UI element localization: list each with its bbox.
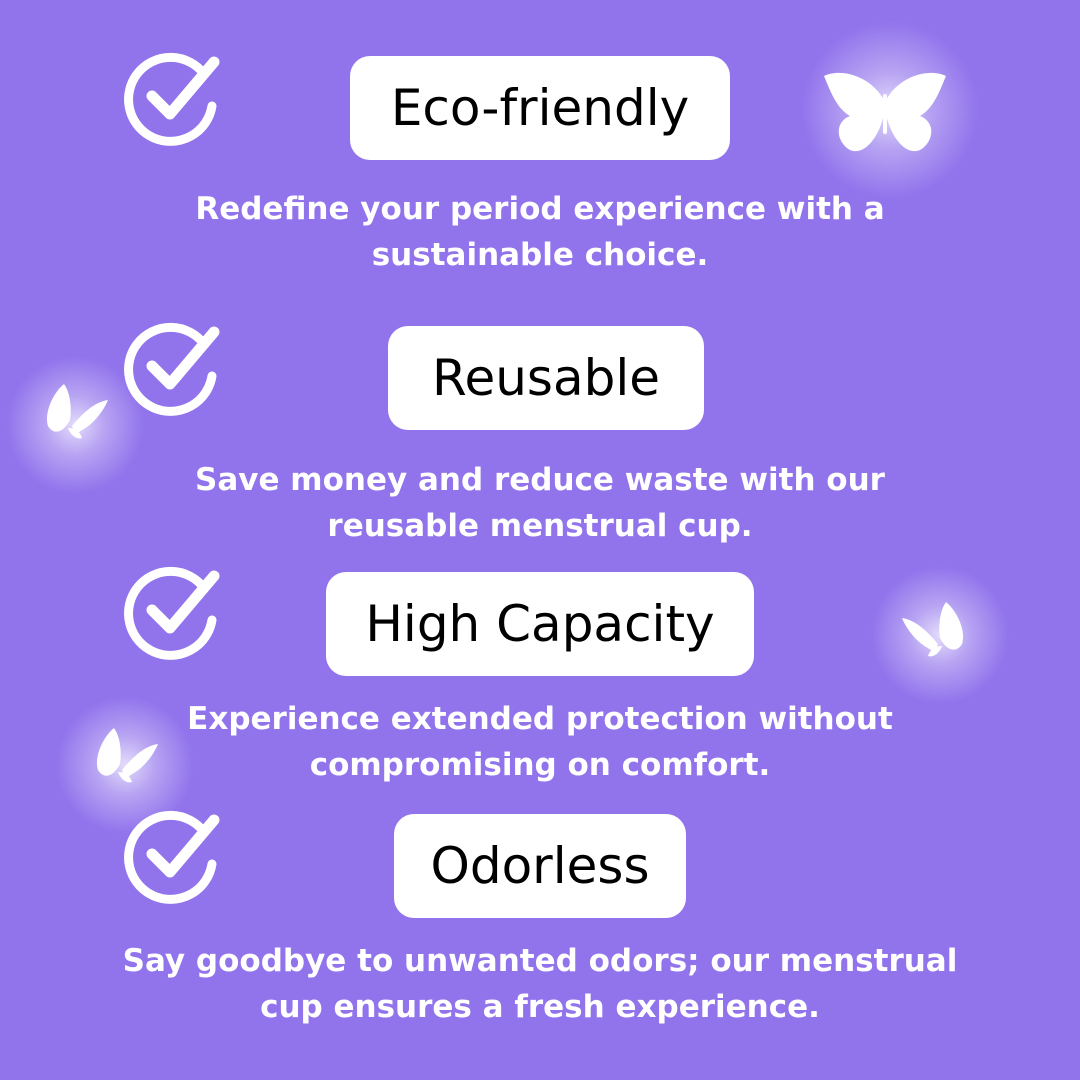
feature-title-pill: Reusable — [388, 326, 704, 430]
feature-description-line: Experience extended protection without — [187, 701, 893, 737]
feature-description-line: Redefine your period experience with a — [195, 191, 885, 227]
butterfly-icon — [42, 380, 110, 442]
infographic-canvas: Eco-friendly Redefine your period experi… — [0, 0, 1080, 1080]
feature-description: Redefine your period experience with a s… — [90, 186, 990, 278]
feature-description-line: Save money and reduce waste with our — [195, 462, 885, 498]
feature-description-line: reusable menstrual cup. — [327, 508, 753, 544]
butterfly-icon — [820, 70, 950, 155]
butterfly-icon — [900, 598, 968, 660]
feature-description-line: Say goodbye to unwanted odors; our menst… — [122, 943, 958, 979]
feature-description: Say goodbye to unwanted odors; our menst… — [60, 938, 1020, 1030]
check-circle-icon — [124, 318, 224, 418]
feature-description: Experience extended protection without c… — [90, 696, 990, 788]
feature-description-line: cup ensures a fresh experience. — [260, 989, 820, 1025]
check-circle-icon — [124, 48, 224, 148]
check-circle-icon — [124, 806, 224, 906]
feature-description: Save money and reduce waste with our reu… — [90, 457, 990, 549]
feature-description-line: compromising on comfort. — [309, 747, 771, 783]
check-circle-icon — [124, 562, 224, 662]
feature-title: Odorless — [430, 837, 650, 895]
feature-title-pill: Odorless — [394, 814, 686, 918]
feature-title-pill: High Capacity — [326, 572, 754, 676]
feature-title-pill: Eco-friendly — [350, 56, 730, 160]
feature-title: High Capacity — [365, 595, 715, 653]
feature-title: Eco-friendly — [390, 79, 690, 137]
feature-description-line: sustainable choice. — [371, 237, 709, 273]
feature-title: Reusable — [431, 349, 661, 407]
